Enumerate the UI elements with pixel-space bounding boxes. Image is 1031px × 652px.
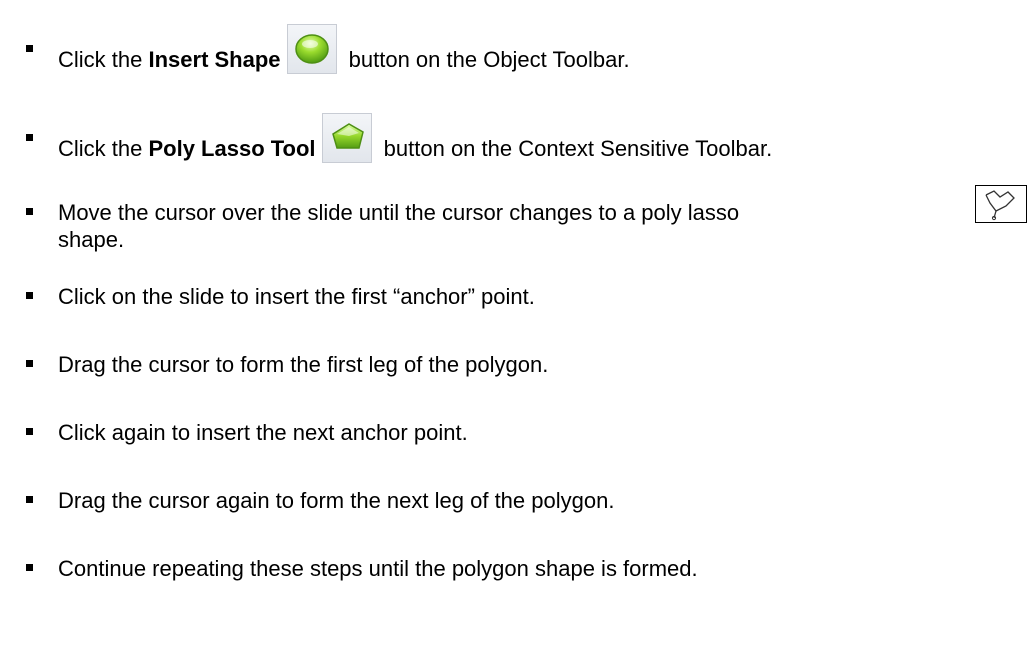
- bullet-icon: [26, 564, 33, 571]
- step-text: Click the Insert Shape button on the Obj…: [58, 24, 630, 86]
- bullet-icon: [26, 428, 33, 435]
- poly-lasso-tool-label: Poly Lasso Tool: [148, 135, 316, 161]
- bullet-icon: [26, 360, 33, 367]
- step-text: Click on the slide to insert the first “…: [58, 284, 535, 309]
- insert-shape-icon[interactable]: [286, 24, 337, 74]
- bullet-icon: [26, 292, 33, 299]
- bullet-icon: [26, 45, 33, 52]
- step-text: Click the Poly Lasso Tool button on the …: [58, 113, 772, 175]
- step-text: Drag the cursor to form the first leg of…: [58, 352, 549, 377]
- step-text-line-2: shape.: [58, 227, 125, 252]
- instruction-list: Click the Insert Shape button on the Obj…: [0, 0, 1031, 652]
- bullet-icon: [26, 208, 33, 215]
- step-text: Continue repeating these steps until the…: [58, 556, 698, 581]
- bullet-icon: [26, 496, 33, 503]
- poly-lasso-cursor-icon: [975, 185, 1027, 223]
- step-text: Click again to insert the next anchor po…: [58, 420, 468, 445]
- poly-lasso-tool-icon[interactable]: [321, 113, 372, 163]
- step-text: Drag the cursor again to form the next l…: [58, 488, 615, 513]
- bullet-icon: [26, 134, 33, 141]
- insert-shape-label: Insert Shape: [148, 46, 281, 72]
- step-text-line-1: Move the cursor over the slide until the…: [58, 200, 740, 225]
